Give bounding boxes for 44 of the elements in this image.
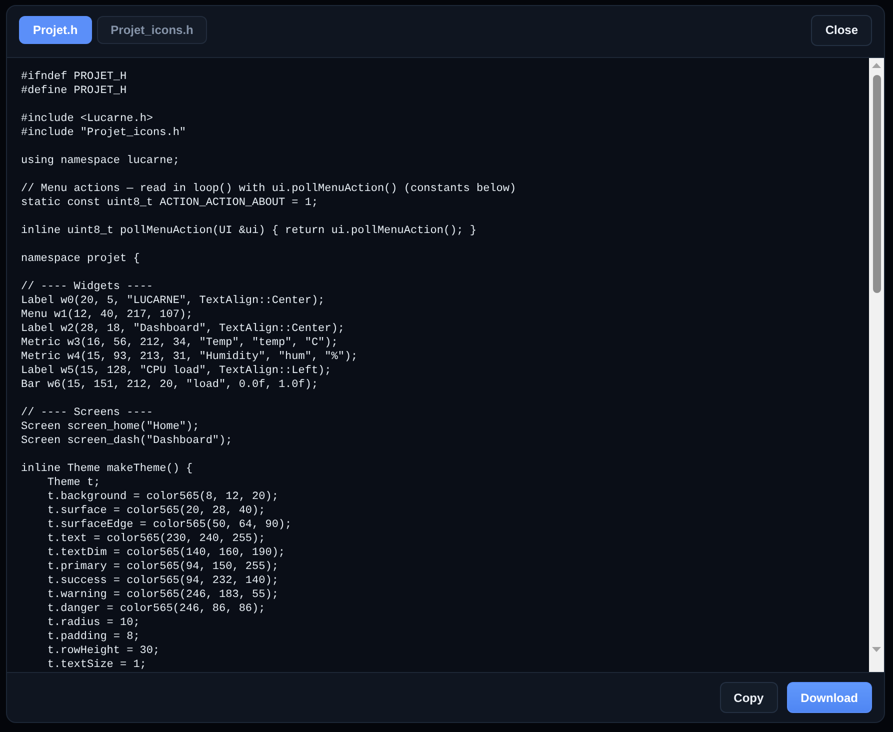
scrollbar-track[interactable] xyxy=(869,58,884,672)
code-line: t.textSize = 1; xyxy=(47,658,146,672)
file-tab[interactable]: Projet_icons.h xyxy=(96,16,208,44)
code-line: using namespace lucarne; xyxy=(21,154,180,168)
code-line: Screen screen_dash("Dashboard"); xyxy=(21,434,232,448)
code-line: t.surface = color565(20, 28, 40); xyxy=(47,504,266,518)
close-button[interactable]: Close xyxy=(811,14,872,46)
download-button[interactable]: Download xyxy=(786,682,872,713)
code-line: t.background = color565(8, 12, 20); xyxy=(47,490,278,504)
code-line: t.warning = color565(246, 183, 55); xyxy=(47,588,278,602)
code-line: inline uint8_t pollMenuAction(UI &ui) { return ui.pollMenuAction(); } xyxy=(21,224,476,238)
scrollbar-thumb[interactable] xyxy=(872,75,880,293)
code-line: t.danger = color565(246, 86, 86); xyxy=(47,602,266,616)
code-line: Screen screen_home("Home"); xyxy=(21,420,200,434)
file-tab[interactable]: Projet.h xyxy=(19,16,92,44)
code-line: Label w0(20, 5, "LUCARNE", TextAlign::Center); xyxy=(21,294,325,308)
code-line: t.padding = 8; xyxy=(47,630,140,644)
code-line: // ---- Widgets ---- xyxy=(21,280,154,294)
code-line: #ifndef PROJET_H xyxy=(21,70,127,84)
code-line: static const uint8_t ACTION_ACTION_ABOUT = 1; xyxy=(21,196,318,210)
code-line: namespace projet { xyxy=(21,252,140,266)
scroll-up-icon[interactable] xyxy=(872,63,881,68)
code-line: Metric w3(16, 56, 212, 34, "Temp", "temp", "C"); xyxy=(21,336,338,350)
copy-button[interactable]: Copy xyxy=(720,682,778,713)
code-line: t.rowHeight = 30; xyxy=(47,644,160,658)
code-line: Bar w6(15, 151, 212, 20, "load", 0.0f, 1.0f); xyxy=(21,378,318,392)
code-line: Metric w4(15, 93, 213, 31, "Humidity", "hum", "%"); xyxy=(21,350,358,364)
code-line: t.text = color565(230, 240, 255); xyxy=(47,532,266,546)
code-line: t.primary = color565(94, 150, 255); xyxy=(47,560,278,574)
code-line: t.textDim = color565(140, 160, 190); xyxy=(47,546,286,560)
code-line: t.surfaceEdge = color565(50, 64, 90); xyxy=(47,518,292,532)
code-line: Menu w1(12, 40, 217, 107); xyxy=(21,308,193,322)
code-line: inline Theme makeTheme() { xyxy=(21,462,193,476)
code-line: t.success = color565(94, 232, 140); xyxy=(47,574,278,588)
code-line: #define PROJET_H xyxy=(21,84,127,98)
code-line: Label w5(15, 128, "CPU load", TextAlign::Left); xyxy=(21,364,332,378)
code-line: t.radius = 10; xyxy=(47,616,140,630)
code-line: #include <Lucarne.h> xyxy=(21,112,154,126)
scroll-down-icon[interactable] xyxy=(872,647,881,652)
code-line: Theme t; xyxy=(47,476,100,490)
code-line: // Menu actions — read in loop() with ui.pollMenuAction() (constants below) xyxy=(21,182,516,196)
code-line: Label w2(28, 18, "Dashboard", TextAlign::Center); xyxy=(21,322,344,336)
code-line: // ---- Screens ---- xyxy=(21,406,154,420)
code-line: #include "Projet_icons.h" xyxy=(21,126,186,140)
